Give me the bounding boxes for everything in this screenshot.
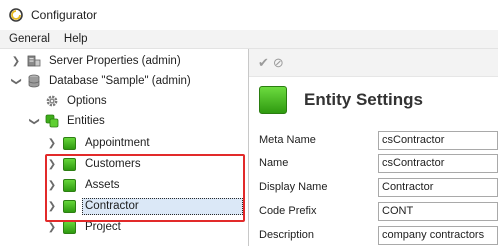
highlight-box [45,154,245,222]
entity-icon [63,220,76,234]
menu-bar: General Help [0,30,498,49]
chevron-right-icon[interactable]: ❯ [47,138,57,149]
name-row: Name csContractor [259,153,498,173]
gear-icon [46,95,58,107]
tree-node-options[interactable]: ❯ Options [29,91,110,111]
details-panel: ✔ ⊘ Entity Settings Meta Name csContract… [249,49,498,246]
meta-name-label: Meta Name [259,134,316,146]
tree-node-database[interactable]: ❯ Database "Sample" (admin) [11,71,194,91]
server-icon [27,55,41,67]
tree-node-appointment[interactable]: ❯ Appointment [47,133,153,153]
code-prefix-label: Code Prefix [259,205,317,217]
tree-node-entities[interactable]: ❯ Entities [29,111,108,131]
tree-node-label: Options [67,94,107,107]
description-field[interactable]: company contractors [378,225,498,245]
entity-icon [259,86,287,114]
details-header: Entity Settings [259,86,423,114]
page-title: Entity Settings [304,90,424,109]
name-label: Name [259,157,289,169]
chevron-right-icon[interactable]: ❯ [47,222,57,233]
database-icon [28,74,40,88]
display-name-field[interactable]: Contractor [378,177,498,197]
tree-node-label: Database "Sample" (admin) [49,74,191,87]
tree-node-label: Server Properties (admin) [49,54,181,67]
check-icon[interactable]: ✔ [258,55,269,71]
chevron-down-icon[interactable]: ❯ [11,76,22,86]
tree-node-label: Appointment [85,136,150,149]
window-title: Configurator [31,8,98,22]
display-name-label: Display Name [259,181,328,193]
configurator-icon [9,8,23,22]
description-label: Description [259,229,315,241]
chevron-down-icon[interactable]: ❯ [29,116,40,126]
details-toolbar: ✔ ⊘ [249,49,498,77]
title-bar: Configurator [0,0,498,30]
cancel-icon[interactable]: ⊘ [273,55,284,71]
meta-name-field[interactable]: csContractor [378,130,498,150]
menu-help[interactable]: Help [57,30,95,48]
display-name-row: Display Name Contractor [259,177,498,197]
tree-node-label: Entities [67,114,105,127]
code-prefix-row: Code Prefix CONT [259,201,498,221]
entity-icon [63,136,76,150]
chevron-right-icon[interactable]: ❯ [11,56,21,67]
entities-icon [45,114,59,128]
name-field[interactable]: csContractor [378,153,498,173]
meta-name-row: Meta Name csContractor [259,130,498,150]
description-row: Description company contractors [259,225,498,245]
code-prefix-field[interactable]: CONT [378,201,498,221]
menu-general[interactable]: General [0,30,57,48]
tree-node-server-properties[interactable]: ❯ Server Properties (admin) [11,51,184,71]
